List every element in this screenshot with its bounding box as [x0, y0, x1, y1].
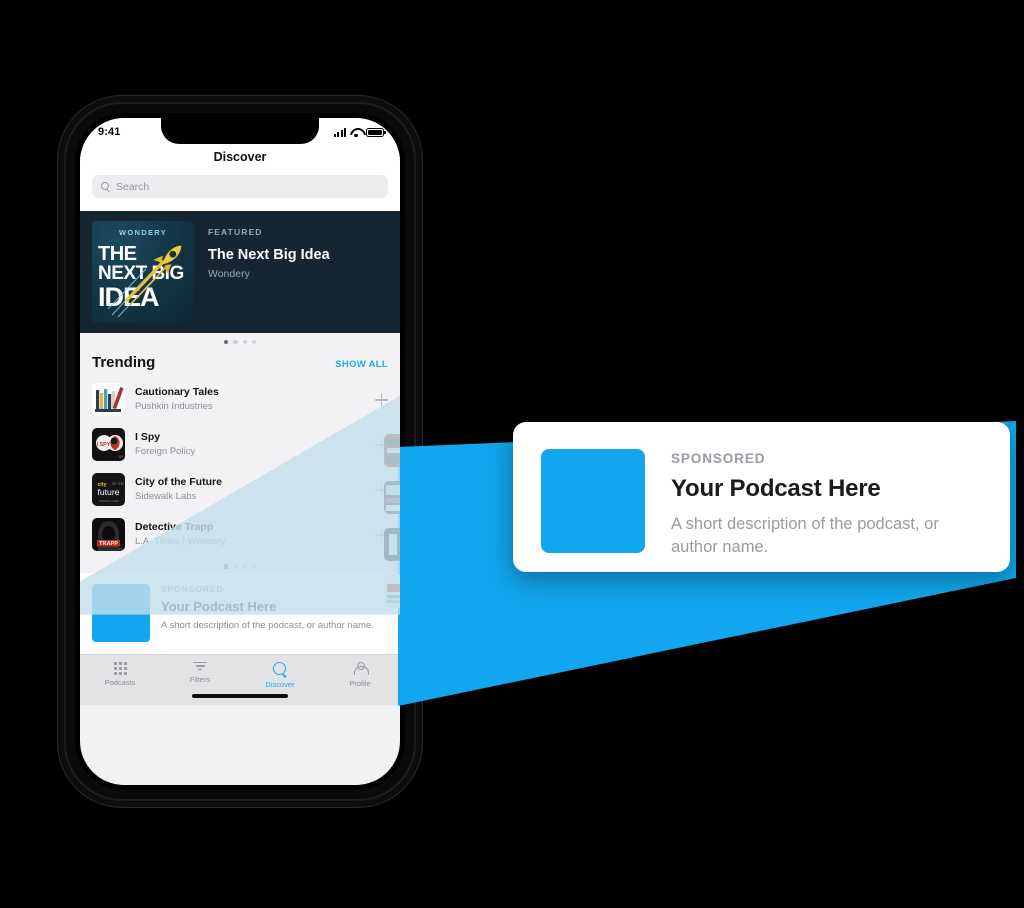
- tab-filters[interactable]: Filters: [160, 661, 240, 689]
- filter-icon: [193, 661, 207, 672]
- sponsored-callout-card[interactable]: SPONSORED Your Podcast Here A short desc…: [513, 422, 1010, 572]
- podcast-artwork: TRAPP LA: [92, 518, 125, 552]
- page-title: Discover: [213, 150, 267, 164]
- featured-kicker: FEATURED: [208, 227, 263, 237]
- trending-row-i-spy[interactable]: I SPY IP I Spy Foreign Policy: [92, 422, 388, 467]
- podcast-name: I Spy: [135, 431, 161, 444]
- podcast-text: City of the Future Sidewalk Labs: [135, 476, 365, 503]
- trending-row-city-of-the-future[interactable]: city OF THE future SIDEWALK LABS City of…: [92, 467, 388, 512]
- home-indicator-area: [80, 693, 400, 705]
- tab-discover[interactable]: Discover: [240, 661, 320, 689]
- tab-label: Filters: [189, 674, 211, 684]
- featured-artwork: WONDERY THE NEXT BIG IDEA: [92, 221, 194, 323]
- tab-label: Podcasts: [104, 677, 136, 687]
- svg-text:OF THE: OF THE: [112, 482, 124, 486]
- search-container: Search: [80, 173, 400, 211]
- search-placeholder: Search: [116, 180, 150, 193]
- search-icon: [272, 661, 288, 677]
- tab-label: Profile: [349, 678, 371, 688]
- featured-artwork-line1: THE: [98, 243, 137, 265]
- add-podcast-button[interactable]: [375, 438, 388, 452]
- tab-podcasts[interactable]: Podcasts: [80, 661, 160, 689]
- trending-header: Trending SHOW ALL: [92, 351, 388, 377]
- podcast-author: Foreign Policy: [135, 445, 196, 457]
- pager-dot[interactable]: [251, 564, 257, 569]
- featured-meta: FEATURED The Next Big Idea Wondery: [208, 221, 330, 323]
- wifi-icon: [350, 128, 362, 137]
- trending-row-cautionary-tales[interactable]: Cautionary Tales Pushkin Industries: [92, 377, 388, 422]
- search-icon: [101, 182, 110, 191]
- phone-screen: 9:41 Discover Search WONDERY THE NEXT BI…: [80, 118, 400, 785]
- grid-icon: [113, 661, 127, 675]
- pager-dot[interactable]: [223, 340, 229, 345]
- sponsored-kicker: SPONSORED: [161, 583, 224, 594]
- svg-text:IP: IP: [119, 454, 123, 459]
- sponsored-artwork-placeholder: [92, 583, 150, 642]
- svg-text:TRAPP: TRAPP: [99, 542, 118, 548]
- tab-profile[interactable]: Profile: [320, 661, 400, 689]
- svg-text:future: future: [98, 487, 120, 497]
- status-icons: [334, 127, 386, 137]
- sponsored-text: SPONSORED Your Podcast Here A short desc…: [161, 584, 374, 642]
- phone-notch: [161, 118, 319, 144]
- featured-title: The Next Big Idea: [208, 247, 330, 263]
- podcast-author: Pushkin Industries: [135, 400, 213, 412]
- battery-icon: [366, 127, 386, 137]
- podcast-name: City of the Future: [135, 476, 222, 489]
- nav-bar: Discover: [80, 146, 400, 173]
- podcast-text: Cautionary Tales Pushkin Industries: [135, 386, 365, 413]
- featured-artwork-network: WONDERY: [119, 228, 167, 237]
- featured-artwork-line3: IDEA: [98, 282, 160, 312]
- trending-row-detective-trapp[interactable]: TRAPP LA Detective Trapp L.A. Times | Wo…: [92, 512, 388, 557]
- tab-bar: Podcasts Filters Discover Profile: [80, 653, 400, 694]
- phone-device: 9:41 Discover Search WONDERY THE NEXT BI…: [66, 104, 414, 799]
- add-podcast-button[interactable]: [375, 393, 388, 407]
- trending-section: Trending SHOW ALL Cautionary Tales Pushk…: [80, 348, 400, 558]
- callout-kicker: SPONSORED: [671, 451, 766, 466]
- show-all-link[interactable]: SHOW ALL: [335, 359, 388, 370]
- podcast-text: I Spy Foreign Policy: [135, 431, 365, 458]
- cellular-signal-icon: [334, 127, 346, 137]
- callout-title: Your Podcast Here: [671, 475, 881, 502]
- svg-text:I SPY: I SPY: [97, 442, 111, 448]
- trending-title: Trending: [92, 354, 156, 372]
- search-input[interactable]: Search: [92, 175, 388, 198]
- svg-text:SIDEWALK LABS: SIDEWALK LABS: [98, 499, 119, 503]
- podcast-author: L.A. Times | Wondery: [135, 535, 226, 547]
- home-indicator[interactable]: [192, 693, 288, 698]
- sponsored-ad-card[interactable]: SPONSORED Your Podcast Here A short desc…: [80, 572, 400, 654]
- pager-dot[interactable]: [223, 564, 229, 569]
- status-time: 9:41: [98, 126, 121, 138]
- callout-artwork-placeholder: [541, 449, 645, 553]
- callout-body: SPONSORED Your Podcast Here A short desc…: [671, 449, 982, 560]
- podcast-name: Cautionary Tales: [135, 386, 219, 399]
- featured-hero-card[interactable]: WONDERY THE NEXT BIG IDEA FEATURED The N…: [80, 211, 400, 333]
- hero-pager-dots[interactable]: [80, 333, 400, 349]
- phone-bezel: 9:41 Discover Search WONDERY THE NEXT BI…: [75, 113, 405, 790]
- tab-label: Discover: [265, 679, 295, 689]
- podcast-artwork: I SPY IP: [92, 428, 125, 462]
- svg-text:LA: LA: [119, 547, 123, 551]
- pager-dot[interactable]: [242, 340, 247, 345]
- podcast-text: Detective Trapp L.A. Times | Wondery: [135, 521, 365, 548]
- trending-pager-dots[interactable]: [80, 557, 400, 573]
- page-root: 9:41 Discover Search WONDERY THE NEXT BI…: [0, 0, 1024, 908]
- podcast-artwork: [92, 383, 125, 417]
- add-podcast-button[interactable]: [375, 528, 388, 542]
- featured-artwork-line2: NEXT BIG: [98, 263, 184, 284]
- pager-dot[interactable]: [242, 564, 247, 569]
- sponsored-description: A short description of the podcast, or a…: [161, 619, 374, 631]
- pager-dot[interactable]: [233, 340, 238, 345]
- add-podcast-button[interactable]: [375, 483, 388, 497]
- sponsored-title: Your Podcast Here: [161, 598, 277, 614]
- pager-dot[interactable]: [233, 564, 238, 569]
- pager-dot[interactable]: [251, 340, 257, 345]
- podcast-name: Detective Trapp: [135, 521, 214, 534]
- callout-description: A short description of the podcast, or a…: [671, 515, 939, 557]
- podcast-author: Sidewalk Labs: [135, 490, 197, 502]
- featured-subtitle: Wondery: [208, 268, 250, 280]
- person-icon: [353, 661, 369, 676]
- podcast-artwork: city OF THE future SIDEWALK LABS: [92, 473, 125, 507]
